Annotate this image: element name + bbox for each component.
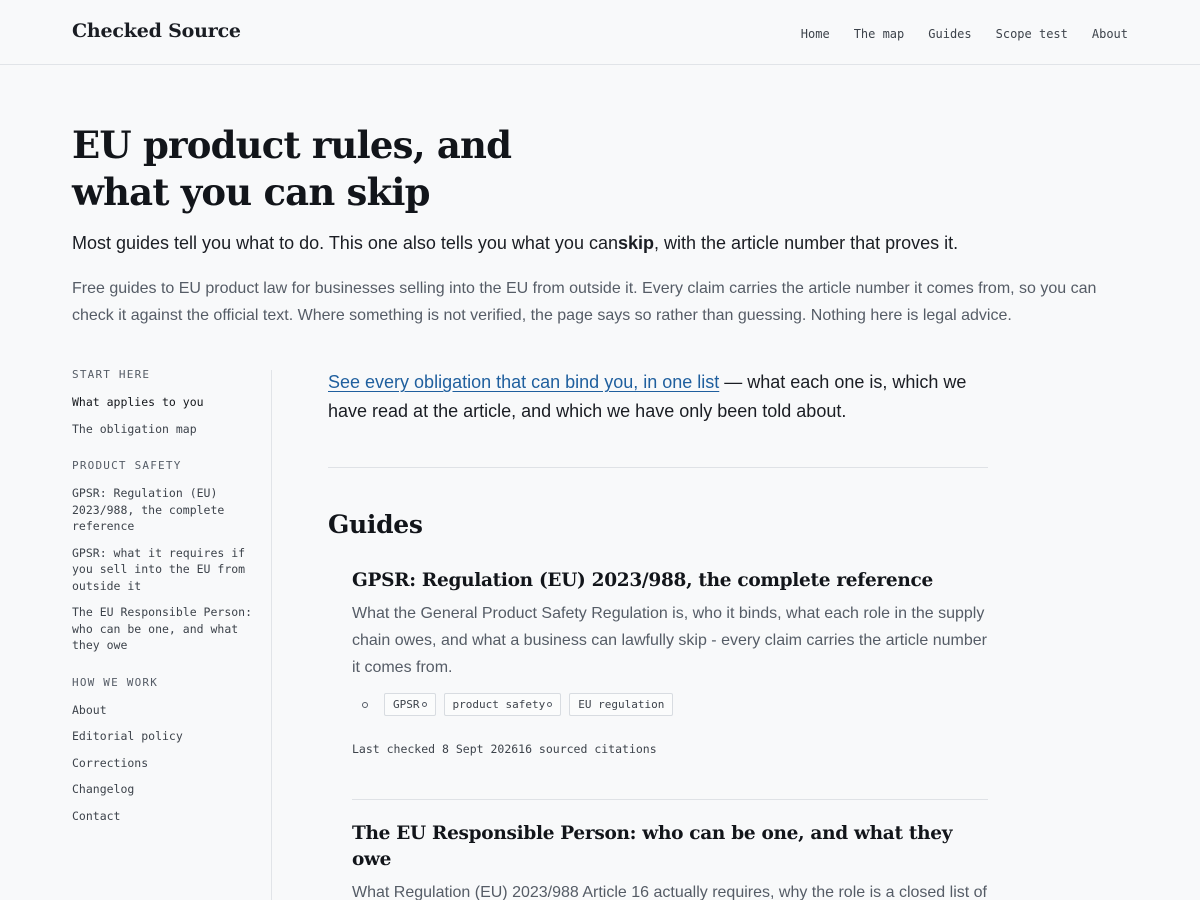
- sidebar-heading: HOW WE WORK: [72, 675, 159, 689]
- tag-gpsr[interactable]: GPSR: [384, 693, 436, 716]
- guide-meta: Last checked 8 Sept 202616 sourced citat…: [352, 742, 657, 756]
- nav-the-map[interactable]: The map: [854, 27, 905, 41]
- sidebar-item-editorial-policy[interactable]: Editorial policy: [72, 728, 252, 745]
- guide-title-link[interactable]: GPSR: Regulation (EU) 2023/988, the comp…: [352, 568, 988, 594]
- tag-label: GPSR: [393, 698, 420, 711]
- top-nav: Home The map Guides Scope test About: [801, 27, 1128, 41]
- guide-title-link[interactable]: The EU Responsible Person: who can be on…: [352, 821, 988, 873]
- site-header: Checked Source Home The map Guides Scope…: [0, 0, 1200, 65]
- sidebar-heading: PRODUCT SAFETY: [72, 459, 182, 472]
- bullet-icon: [421, 702, 427, 707]
- sidebar-heading: START HERE: [72, 368, 151, 381]
- nav-guides[interactable]: Guides: [928, 27, 971, 41]
- divider: [328, 467, 988, 468]
- sidebar-item-gpsr-requirements[interactable]: GPSR: what it requires if you sell into …: [72, 545, 252, 595]
- obligations-callout: See every obligation that can bind you, …: [328, 368, 988, 426]
- tag-list: GPSR product safety EU regulation: [352, 693, 988, 716]
- sidebar-item-corrections[interactable]: Corrections: [72, 755, 252, 772]
- site-brand[interactable]: Checked Source: [72, 20, 241, 42]
- sidebar-item-responsible-person[interactable]: The EU Responsible Person: who can be on…: [72, 604, 252, 654]
- hero-lede: Most guides tell you what to do. This on…: [72, 230, 1132, 256]
- sidebar-item-contact[interactable]: Contact: [72, 808, 252, 825]
- bullet-icon: [547, 702, 553, 707]
- divider: [352, 799, 988, 800]
- hero-intro: Free guides to EU product law for busine…: [72, 280, 1097, 324]
- tag-label: EU regulation: [578, 698, 665, 711]
- guide-description: What the General Product Safety Regulati…: [352, 605, 987, 676]
- lede-text-end: , with the article number that proves it…: [654, 233, 959, 253]
- main-content: See every obligation that can bind you, …: [328, 368, 988, 900]
- lede-emphasis: skip: [617, 233, 655, 253]
- section-title-guides: Guides: [328, 510, 423, 539]
- guide-card: GPSR: Regulation (EU) 2023/988, the comp…: [352, 568, 988, 756]
- tag-eu-regulation[interactable]: EU regulation: [569, 693, 674, 716]
- guide-card: The EU Responsible Person: who can be on…: [352, 821, 988, 900]
- sidebar-item-changelog[interactable]: Changelog: [72, 781, 252, 798]
- bullet-icon: [362, 701, 368, 708]
- tag-product-safety[interactable]: product safety: [443, 693, 562, 716]
- tag-label: product safety: [452, 698, 546, 711]
- sidebar: START HERE What applies to you The oblig…: [72, 368, 252, 846]
- guide-description: What Regulation (EU) 2023/988 Article 16…: [352, 884, 987, 900]
- sidebar-divider: [271, 370, 272, 900]
- sidebar-group-start-here: START HERE What applies to you The oblig…: [72, 368, 252, 437]
- nav-about[interactable]: About: [1092, 27, 1128, 41]
- sidebar-item-what-applies[interactable]: What applies to you: [72, 394, 252, 411]
- obligation-list-link[interactable]: See every obligation that can bind you, …: [328, 372, 719, 392]
- sidebar-group-product-safety: PRODUCT SAFETY GPSR: Regulation (EU) 202…: [72, 459, 252, 654]
- sidebar-item-about[interactable]: About: [72, 702, 252, 719]
- nav-scope-test[interactable]: Scope test: [996, 27, 1068, 41]
- sidebar-item-gpsr-reference[interactable]: GPSR: Regulation (EU) 2023/988, the comp…: [72, 485, 252, 535]
- sidebar-item-obligation-map[interactable]: The obligation map: [72, 421, 252, 438]
- lede-text: Most guides tell you what to do. This on…: [72, 233, 618, 253]
- nav-home[interactable]: Home: [801, 27, 830, 41]
- page-title: EU product rules, and what you can skip: [72, 123, 512, 214]
- sidebar-group-how-we-work: HOW WE WORK About Editorial policy Corre…: [72, 676, 252, 825]
